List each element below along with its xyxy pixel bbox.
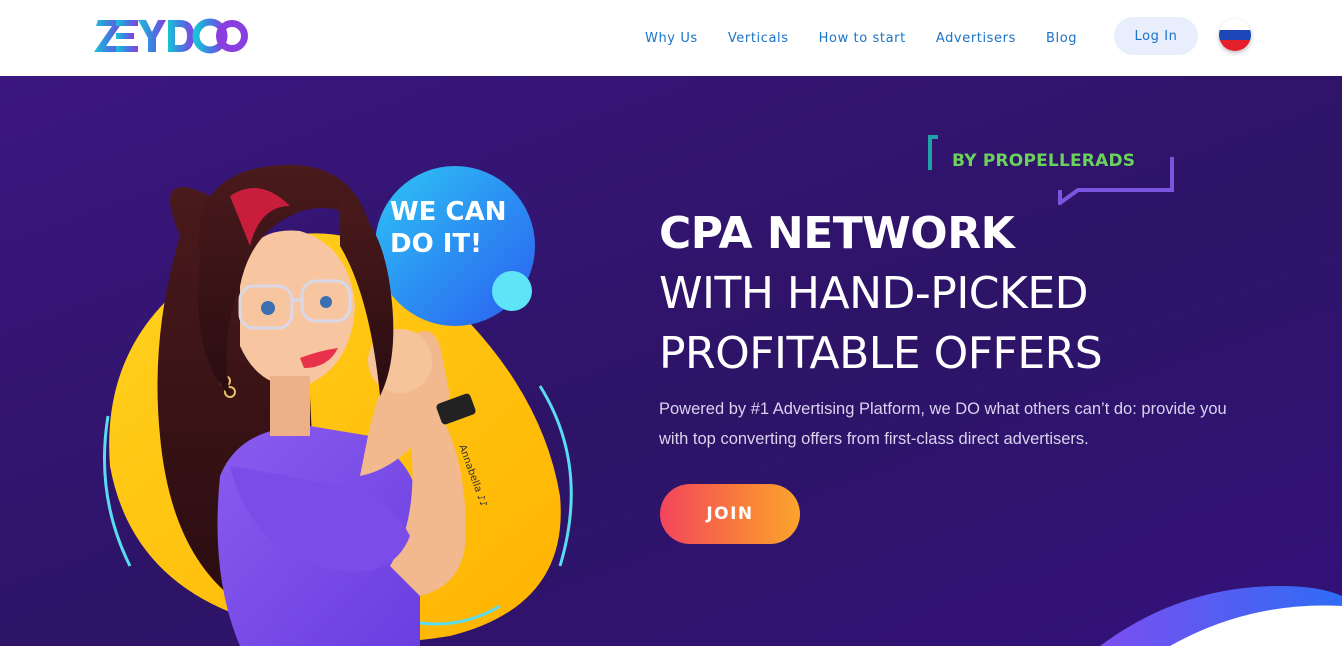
hero-title-line1: CPA NETWORK (659, 208, 1015, 259)
nav-blog[interactable]: Blog (1046, 31, 1077, 46)
nav-how-to-start[interactable]: How to start (819, 31, 906, 46)
site-header: Why Us Verticals How to start Advertiser… (0, 0, 1342, 76)
join-button[interactable]: JOIN (660, 484, 800, 544)
nav-why-us[interactable]: Why Us (645, 31, 698, 46)
hero-section: WE CAN DO IT! Annabella ♪♪ BY PROPELLERA… (0, 76, 1342, 646)
bubble-text-line2: DO IT! (390, 229, 482, 259)
russian-flag-icon[interactable] (1219, 19, 1251, 51)
decorative-wave (1100, 586, 1342, 646)
login-button[interactable]: Log In (1114, 17, 1198, 55)
hero-description: Powered by #1 Advertising Platform, we D… (659, 400, 1227, 448)
bubble-text-line1: WE CAN (390, 197, 506, 227)
zeydoo-logo[interactable] (94, 14, 248, 58)
main-nav: Why Us Verticals How to start Advertiser… (630, 0, 1092, 76)
nav-verticals[interactable]: Verticals (728, 31, 789, 46)
nav-advertisers[interactable]: Advertisers (936, 31, 1016, 46)
woman-illustration: WE CAN DO IT! Annabella ♪♪ (103, 164, 573, 646)
by-propellerads-badge: BY PROPELLERADS (952, 151, 1136, 171)
hero-title-line2: WITH HAND-PICKED (659, 268, 1089, 319)
hero-title-line3: PROFITABLE OFFERS (659, 328, 1103, 379)
